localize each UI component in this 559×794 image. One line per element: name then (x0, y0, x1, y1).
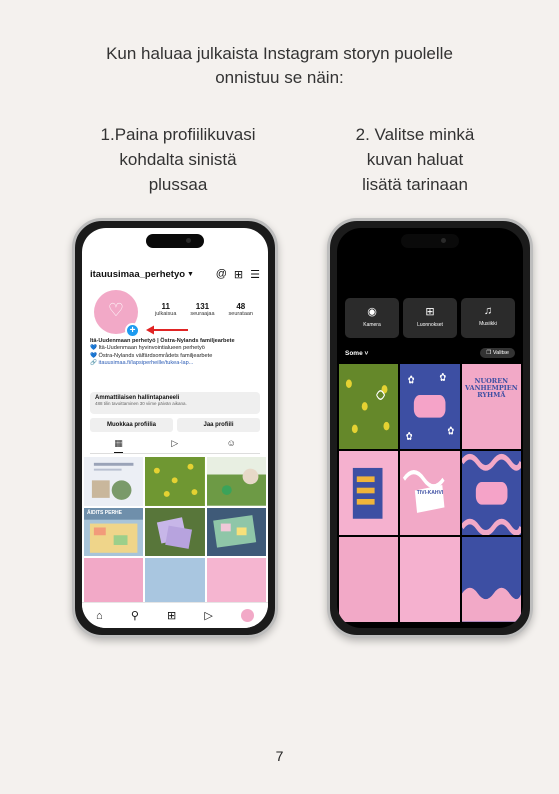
profile-action-buttons: Muokkaa profiilia Jaa profiili (90, 418, 260, 432)
red-arrow-icon (146, 325, 188, 335)
title-line-2: onnistuu se näin: (215, 68, 344, 87)
camera-button[interactable]: ◉ Kamera (345, 298, 399, 338)
phone-notch (401, 234, 459, 248)
add-post-icon[interactable]: ⊞ (234, 268, 243, 281)
music-button[interactable]: ♫ Musiikki (461, 298, 515, 338)
post-tile[interactable] (206, 558, 266, 607)
title-line-1: Kun haluaa julkaista Instagram storyn pu… (106, 44, 453, 63)
menu-icon[interactable]: ☰ (250, 268, 260, 281)
post-tile[interactable] (206, 457, 266, 506)
post-tile[interactable] (84, 558, 144, 607)
create-post-icon[interactable]: ⊞ (167, 609, 176, 622)
svg-text:✿: ✿ (408, 374, 415, 387)
bio-line-1: 💙 Itä-Uudenmaan hyvinvointialueen perhet… (90, 345, 205, 352)
select-multiple-button[interactable]: ❐ Valitse (480, 348, 515, 358)
media-tile[interactable] (339, 364, 399, 449)
share-profile-button[interactable]: Jaa profiili (177, 418, 260, 432)
album-row: Some ˅ ❐ Valitse (345, 346, 515, 360)
heart-icon: ♡ (107, 300, 125, 320)
edit-profile-button[interactable]: Muokkaa profiilia (90, 418, 173, 432)
page-title: Kun haluaa julkaista Instagram storyn pu… (0, 42, 559, 90)
media-tile[interactable]: ✿ ✿ ✿ ✿ (400, 364, 460, 449)
home-icon[interactable]: ⌂ (96, 610, 103, 622)
profile-stats: 11 julkaisua 131 seuraajaa 48 seurataan (148, 302, 260, 317)
step-2-line-1: 2. Valitse minkä (355, 125, 475, 144)
svg-text:✿: ✿ (440, 372, 447, 385)
step-1-line-1: 1.Paina profiilikuvasi (100, 125, 256, 144)
camera-icon: ◉ (367, 306, 377, 318)
add-story-plus-icon[interactable]: + (125, 323, 140, 338)
page-number: 7 (275, 748, 284, 764)
media-tile[interactable] (400, 537, 460, 622)
step-1-line-3: plussaa (148, 175, 208, 194)
post-tile[interactable] (145, 457, 205, 506)
professional-dashboard[interactable]: Ammattilaisen hallintapaneeli 488 tilin … (90, 392, 260, 414)
media-tile-sign: TIVI-KAHVI (416, 489, 444, 496)
media-grid: ✿ ✿ ✿ ✿ NUOREN VANHEMPIEN RYHMÄ TIVI-KAH… (339, 364, 521, 622)
stat-followers[interactable]: 131 seuraajaa (190, 302, 214, 317)
profile-tabs: ▦ ▷ ☺ (90, 438, 260, 454)
post-tile[interactable] (206, 507, 266, 557)
reels-tab-icon[interactable]: ▷ (171, 438, 178, 453)
drafts-button[interactable]: ⊞ Luonnokset (403, 298, 457, 338)
step-2-line-2: kuvan haluat (366, 150, 464, 169)
story-picker-screen: ◉ Kamera ⊞ Luonnokset ♫ Musiikki Some ˅ … (337, 228, 523, 628)
profile-username[interactable]: itauusimaa_perhetyo (90, 269, 185, 280)
post-tile-text: ÄIDITS PERHE (87, 509, 123, 516)
bio-link[interactable]: 🔗 itauusimaa.fi/lapsiperheille/tukea-lap… (90, 360, 262, 367)
music-icon: ♫ (483, 305, 493, 317)
svg-text:✿: ✿ (448, 425, 455, 438)
profile-post-grid: ÄIDITS PERHE (84, 457, 266, 607)
media-tile[interactable] (461, 537, 521, 622)
phone-notch (146, 234, 204, 248)
post-tile[interactable] (84, 457, 144, 506)
profile-screen: itauusimaa_perhetyo ▼ @ ⊞ ☰ ♡ + 11 julka… (82, 228, 268, 628)
picker-source-buttons: ◉ Kamera ⊞ Luonnokset ♫ Musiikki (345, 298, 515, 338)
profile-avatar-icon[interactable] (240, 609, 254, 622)
step-1-line-2: kohdalta sinistä (119, 150, 237, 169)
chevron-down-icon[interactable]: ▼ (187, 271, 194, 278)
post-tile[interactable]: ÄIDITS PERHE (84, 507, 144, 557)
phone-story-picker-screenshot: ◉ Kamera ⊞ Luonnokset ♫ Musiikki Some ˅ … (327, 218, 533, 638)
profile-bio: Itä-Uudenmaan perhetyö | Östra-Nylands f… (90, 338, 262, 368)
tagged-tab-icon[interactable]: ☺ (227, 438, 236, 453)
post-tile[interactable] (145, 558, 205, 607)
search-icon[interactable]: ⚲ (131, 609, 139, 622)
post-tile[interactable] (145, 507, 205, 557)
bottom-navigation: ⌂ ⚲ ⊞ ▷ (82, 602, 268, 628)
svg-text:✿: ✿ (406, 431, 413, 444)
media-tile[interactable]: NUOREN VANHEMPIEN RYHMÄ (461, 364, 521, 449)
reels-icon[interactable]: ▷ (204, 609, 212, 622)
stat-posts[interactable]: 11 julkaisua (155, 302, 176, 317)
media-tile[interactable] (339, 450, 399, 536)
step-2-line-3: lisätä tarinaan (362, 175, 468, 194)
grid-tab-icon[interactable]: ▦ (114, 438, 123, 453)
media-tile[interactable] (461, 450, 521, 536)
album-selector[interactable]: Some ˅ (345, 350, 368, 357)
media-tile-title: NUOREN VANHEMPIEN RYHMÄ (465, 377, 518, 399)
threads-icon[interactable]: @ (216, 268, 227, 281)
profile-header: itauusimaa_perhetyo ▼ @ ⊞ ☰ (90, 266, 260, 282)
media-tile[interactable]: TIVI-KAHVI (400, 450, 460, 536)
drafts-icon: ⊞ (425, 306, 435, 318)
step-2-caption: 2. Valitse minkä kuvan haluat lisätä tar… (330, 122, 500, 197)
stat-following[interactable]: 48 seurataan (229, 302, 253, 317)
step-1-caption: 1.Paina profiilikuvasi kohdalta sinistä … (78, 122, 278, 197)
media-tile[interactable] (339, 537, 399, 622)
phone-profile-screenshot: itauusimaa_perhetyo ▼ @ ⊞ ☰ ♡ + 11 julka… (72, 218, 278, 638)
